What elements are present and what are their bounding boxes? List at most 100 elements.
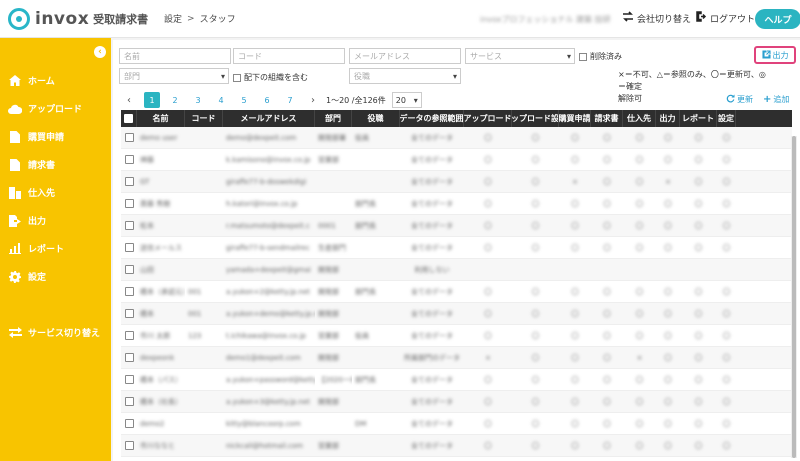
table-scrollbar[interactable] [791,136,797,458]
column-header[interactable]: アップロード [464,110,512,127]
table-cell: 〇 [559,149,591,170]
sidebar-item-export[interactable]: 出力 [8,214,46,227]
row-checkbox[interactable] [124,177,134,186]
table-cell: 〇 [623,413,656,434]
refresh-button[interactable]: 更新 [726,94,753,105]
row-checkbox[interactable] [124,441,134,450]
app-logo[interactable]: invox 受取請求書 [8,7,156,30]
table-cell [185,435,223,456]
column-header[interactable]: レポート [680,110,717,127]
table-cell: 市川ななと [137,435,185,456]
row-checkbox[interactable] [124,419,134,428]
cell-value: 〇 [532,397,539,406]
table-cell [185,149,223,170]
cell-value: 橋本（パス） [140,375,182,384]
table-row[interactable]: 橋本 001 a.yukon+demo@ketty.jp.net開発部 全てのデータ 〇… [121,303,792,325]
table-row[interactable]: 斎藤 秀樹 h.katori@invox.co.jp 部門長 全てのデータ 〇 〇 〇 〇 〇 〇… [121,193,792,215]
cell-value: 〇 [571,441,579,450]
cell-value: 生産部門 [318,243,346,252]
row-checkbox[interactable] [124,199,134,208]
position-select[interactable]: 役職 [349,68,461,84]
column-header[interactable]: コード [185,110,223,127]
page-1-button[interactable]: 1 [144,92,160,108]
table-header: 名前コードメールアドレス部門役職データの参照範囲アップロードアップロード設定購買… [121,110,792,127]
table-row[interactable]: demo2 kitty@blancoorp.com DM 全てのデータ 〇 〇 〇 〇 〇 〇 〇 〇 [121,413,792,435]
column-header[interactable]: 購買申請 [559,110,591,127]
table-row[interactable]: dexpeonk demo1@dexpeit.com 開発部 所属部門のデータ × 〇 〇 〇… [121,347,792,369]
sidebar-item-report[interactable]: レポート [8,242,64,255]
cell-value: 所属部門のデータ [404,353,460,362]
column-header[interactable]: アップロード設定 [512,110,559,127]
code-filter-input[interactable]: コード [233,48,345,64]
column-header[interactable]: 役職 [352,110,400,127]
column-header[interactable]: 部門 [315,110,352,127]
breadcrumb-settings[interactable]: 設定 [164,12,182,25]
name-filter-input[interactable]: 名前 [119,48,231,64]
table-row[interactable]: GT giraffe77-b-doswekdigi 全てのデータ 〇 〇 × 〇 〇 × 〇 〇 [121,171,792,193]
table-row[interactable]: 橋本（社長） a.yukon+3@ketty.jp.net 開発部 全てのデータ 〇 〇 〇… [121,391,792,413]
row-checkbox[interactable] [124,265,134,274]
column-header[interactable]: データの参照範囲 [400,110,464,127]
logout-button[interactable]: ログアウト [696,11,755,25]
sidebar-item-settings[interactable]: 設定 [8,270,46,283]
table-cell: 〇 [656,127,680,148]
table-cell: 〇 [623,193,656,214]
table-row[interactable]: 市川ななと nickcali@hotmail.com 営業部 全てのデータ 〇 〇 〇 〇 〇 〇… [121,435,792,457]
sidebar-item-upload[interactable]: アップロード [8,102,82,115]
column-header[interactable]: メールアドレス [223,110,315,127]
page-4-button[interactable]: 4 [213,92,229,108]
column-header[interactable]: 仕入先 [623,110,656,127]
page-7-button[interactable]: 7 [282,92,298,108]
cell-value: 〇 [695,397,702,406]
export-button[interactable]: 出力 [754,46,796,64]
page-2-button[interactable]: 2 [167,92,183,108]
cell-value: 全てのデータ [411,397,453,406]
table-row[interactable]: 送信メールス giraffe77-b-sendmailrec 生産部門 全てのデータ 〇… [121,237,792,259]
sidebar-item-purchase-request[interactable]: 購買申請 [8,130,64,143]
row-checkbox[interactable] [124,243,134,252]
column-header[interactable]: 名前 [137,110,185,127]
sidebar-item-supplier[interactable]: 仕入先 [8,186,55,199]
deleted-checkbox-box[interactable] [579,52,587,61]
row-checkbox[interactable] [124,287,134,296]
collapse-sidebar-icon[interactable]: ‹ [94,46,106,58]
per-page-select[interactable]: 20 [391,92,422,108]
column-header[interactable]: 出力 [656,110,680,127]
page-5-button[interactable]: 5 [236,92,252,108]
table-row[interactable]: 橋本（承認元） 001 a.yukon+2@ketty.jp.net 開発部 部門長 全て… [121,281,792,303]
add-button[interactable]: + 追加 [763,94,789,105]
row-checkbox[interactable] [124,309,134,318]
page-6-button[interactable]: 6 [259,92,275,108]
select-all-checkbox[interactable] [124,114,133,123]
next-page-button[interactable]: › [305,92,321,108]
help-button[interactable]: ヘルプ [755,9,800,29]
include-sub-org-checkbox-box[interactable] [233,73,241,82]
prev-page-button[interactable]: ‹ [121,92,137,108]
row-checkbox[interactable] [124,155,134,164]
row-checkbox[interactable] [124,331,134,340]
email-filter-input[interactable]: メールアドレス [349,48,461,64]
sidebar-item-service-switch[interactable]: サービス切り替え [8,326,100,339]
row-checkbox[interactable] [124,221,134,230]
row-checkbox[interactable] [124,375,134,384]
page-3-button[interactable]: 3 [190,92,206,108]
sidebar-item-home[interactable]: ホーム [8,74,55,87]
include-sub-org-checkbox[interactable]: 配下の組織を含む [233,72,308,83]
table-row[interactable]: demo user demo@dexpeit.com 開発部署 役員 全てのデータ 〇 〇 〇… [121,127,792,149]
table-row[interactable]: 山田 yamada+dexpeit@gmai 開発部 利用しない [121,259,792,281]
column-header[interactable]: 請求書 [591,110,623,127]
service-select[interactable]: サービス [465,48,575,64]
department-select[interactable]: 部門 [119,68,229,84]
sidebar-item-invoice[interactable]: 請求書 [8,158,55,171]
table-cell: 〇 [464,391,512,412]
row-checkbox[interactable] [124,397,134,406]
deleted-checkbox[interactable]: 削除済み [579,51,622,62]
column-header[interactable]: 設定 [717,110,736,127]
row-checkbox[interactable] [124,353,134,362]
table-row[interactable]: 市川 太郎 123 t.ichikawa@invox.co.jp 営業部 役員 全てのデー… [121,325,792,347]
row-checkbox[interactable] [124,133,134,142]
table-row[interactable]: 橋本（パス） a.yukon+password@ketty【2020ー01部門長 全… [121,369,792,391]
table-row[interactable]: 松本 r.matsumoto@dexpeit.c 0001 部門長 全てのデータ 〇 〇 〇 〇… [121,215,792,237]
table-row[interactable]: 神藤 k.kamisono@invox.co.jp 営業部 全てのデータ 〇 〇 〇 〇 〇 〇 〇… [121,149,792,171]
switch-company-button[interactable]: 会社切り替え [622,11,691,25]
